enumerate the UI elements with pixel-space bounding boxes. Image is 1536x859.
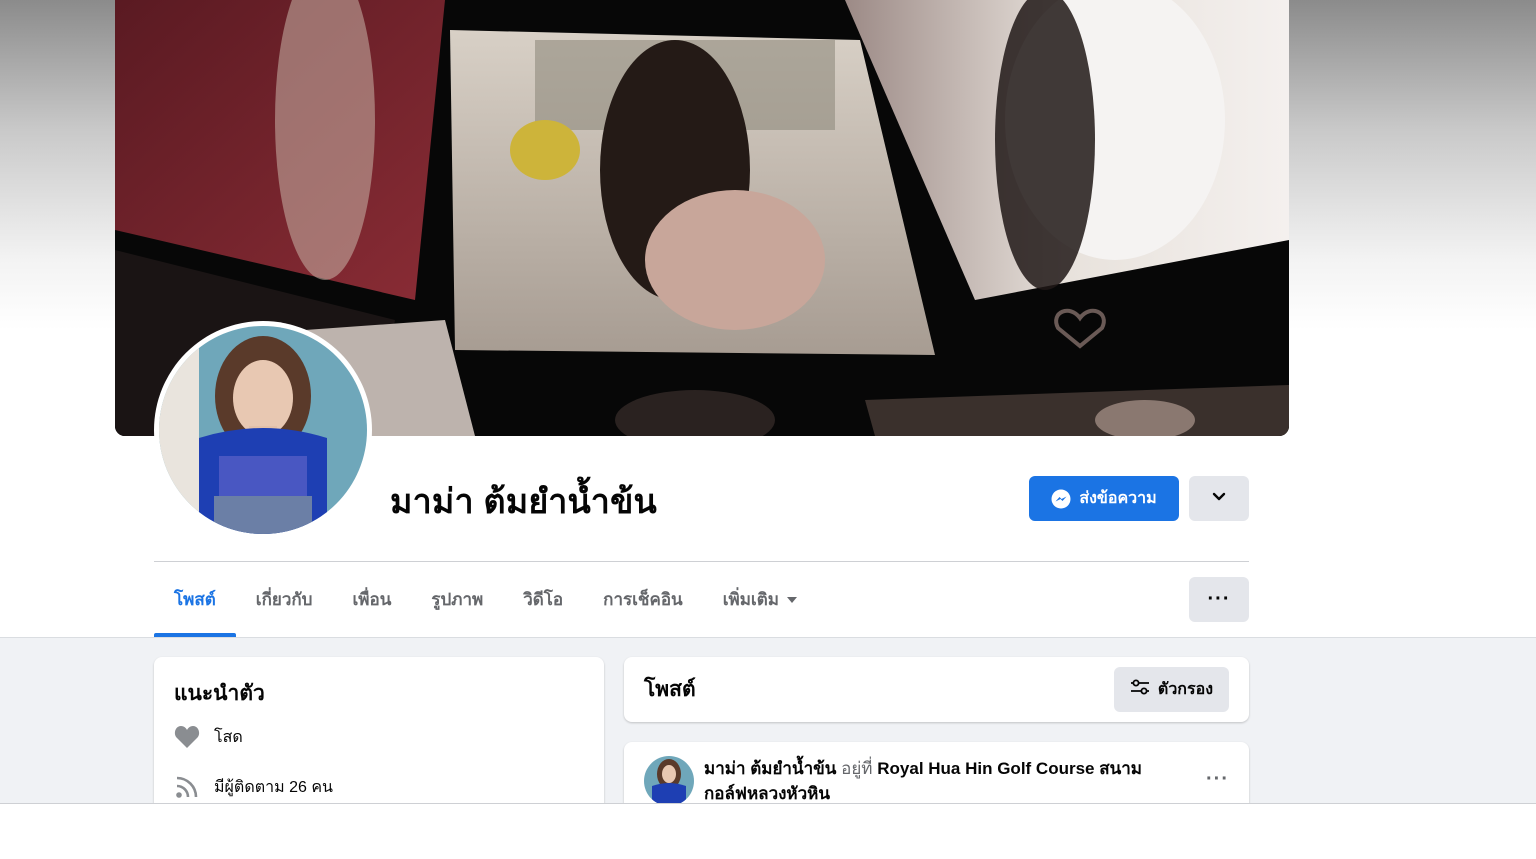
filter-label: ตัวกรอง xyxy=(1157,681,1213,698)
tab-checkins[interactable]: การเช็คอิน xyxy=(583,562,703,637)
messenger-icon xyxy=(1051,489,1071,509)
tab-label: การเช็คอิน xyxy=(603,590,683,609)
tab-posts[interactable]: โพสต์ xyxy=(154,562,236,637)
post-author[interactable]: มาม่า ต้มยำน้ำข้น xyxy=(704,759,836,778)
tab-label: โพสต์ xyxy=(174,590,216,609)
followers-count[interactable]: มีผู้ติดตาม 26 คน xyxy=(214,775,333,800)
tab-about[interactable]: เกี่ยวกับ xyxy=(236,562,333,637)
tab-photos[interactable]: รูปภาพ xyxy=(411,562,503,637)
profile-page: มาม่า ต้มยำน้ำข้น ส่งข้อความ โพสต์ เกี่ย… xyxy=(0,0,1536,859)
post-at-text: อยู่ที่ xyxy=(841,759,873,778)
filter-sliders-icon xyxy=(1130,678,1150,701)
tab-label: เกี่ยวกับ xyxy=(255,590,313,609)
posts-title: โพสต์ xyxy=(644,678,696,701)
rss-followers-icon xyxy=(174,774,200,800)
profile-actions-dropdown-button[interactable] xyxy=(1189,476,1249,521)
send-message-button[interactable]: ส่งข้อความ xyxy=(1029,476,1179,521)
tab-label: รูปภาพ xyxy=(431,590,484,609)
profile-tabs: โพสต์ เกี่ยวกับ เพื่อน รูปภาพ วิดีโอ การ… xyxy=(154,562,817,637)
send-message-label: ส่งข้อความ xyxy=(1079,490,1157,507)
caret-down-icon xyxy=(786,596,797,603)
relationship-status: โสด xyxy=(214,728,243,746)
post-author-avatar[interactable] xyxy=(644,756,694,806)
profile-name: มาม่า ต้มยำน้ำข้น xyxy=(390,483,657,521)
tab-label: เพื่อน xyxy=(352,590,392,609)
intro-relationship: โสด xyxy=(174,724,584,750)
intro-title: แนะนำตัว xyxy=(174,682,265,705)
chevron-down-icon xyxy=(1211,488,1227,509)
tab-label: เพิ่มเติม xyxy=(722,590,779,609)
page-bottom-area xyxy=(0,803,1536,859)
intro-card: แนะนำตัว โสด มีผู้ติดตาม 26 คน xyxy=(154,657,604,817)
profile-avatar[interactable] xyxy=(154,321,372,539)
heart-icon xyxy=(174,724,200,750)
tab-videos[interactable]: วิดีโอ xyxy=(503,562,583,637)
tab-more[interactable]: เพิ่มเติม xyxy=(703,562,817,637)
tab-label: วิดีโอ xyxy=(523,590,564,609)
tab-friends[interactable]: เพื่อน xyxy=(332,562,411,637)
posts-header-card: โพสต์ ตัวกรอง xyxy=(624,657,1249,722)
tab-more-options-button[interactable]: ··· xyxy=(1189,577,1249,622)
avatar xyxy=(159,326,367,534)
post-header-text: มาม่า ต้มยำน้ำข้น อยู่ที่ Royal Hua Hin … xyxy=(704,756,1184,806)
post-options-button[interactable]: ··· xyxy=(1206,756,1229,791)
filter-button[interactable]: ตัวกรอง xyxy=(1113,667,1229,712)
intro-followers: มีผู้ติดตาม 26 คน xyxy=(174,774,584,800)
